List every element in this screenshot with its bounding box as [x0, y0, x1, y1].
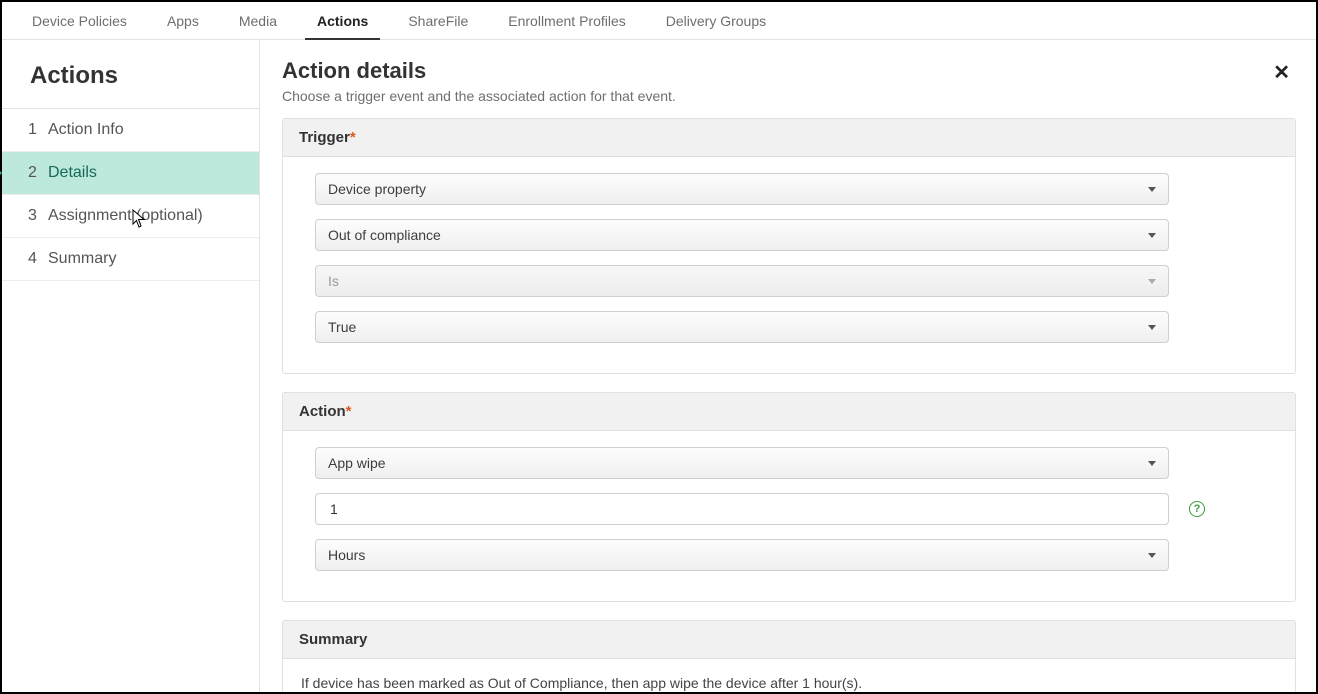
- step-label: Summary: [48, 250, 239, 268]
- required-indicator: *: [346, 403, 352, 420]
- chevron-down-icon: [1148, 461, 1156, 466]
- top-tabs: Device Policies Apps Media Actions Share…: [2, 2, 1316, 40]
- trigger-operator-dropdown[interactable]: Is: [315, 265, 1169, 297]
- chevron-down-icon: [1148, 279, 1156, 284]
- tab-actions[interactable]: Actions: [297, 2, 388, 39]
- action-heading: Action*: [283, 393, 1295, 431]
- delay-value-field[interactable]: [328, 500, 1156, 518]
- step-summary[interactable]: 4 Summary: [2, 238, 259, 281]
- trigger-panel: Trigger* Device property Out of complian…: [282, 118, 1296, 374]
- trigger-heading-text: Trigger: [299, 129, 350, 146]
- trigger-property-dropdown[interactable]: Out of compliance: [315, 219, 1169, 251]
- close-button[interactable]: ✕: [1267, 58, 1296, 87]
- dropdown-value: True: [328, 319, 356, 335]
- step-label: Details: [48, 164, 239, 182]
- step-label: Assignment (optional): [48, 207, 239, 225]
- sidebar-title: Actions: [2, 40, 259, 109]
- dropdown-value: Hours: [328, 547, 365, 563]
- step-assignment[interactable]: 3 Assignment (optional): [2, 195, 259, 238]
- tab-sharefile[interactable]: ShareFile: [388, 2, 488, 39]
- dropdown-value: Device property: [328, 181, 426, 197]
- required-indicator: *: [350, 129, 356, 146]
- chevron-down-icon: [1148, 325, 1156, 330]
- chevron-down-icon: [1148, 553, 1156, 558]
- step-number: 4: [28, 250, 48, 268]
- tab-apps[interactable]: Apps: [147, 2, 219, 39]
- question-mark-icon: ?: [1194, 503, 1201, 515]
- trigger-value-dropdown[interactable]: True: [315, 311, 1169, 343]
- page-subtitle: Choose a trigger event and the associate…: [282, 88, 1267, 104]
- step-number: 1: [28, 121, 48, 139]
- step-details[interactable]: 2 Details: [2, 152, 259, 195]
- chevron-down-icon: [1148, 187, 1156, 192]
- close-icon: ✕: [1273, 62, 1290, 84]
- action-heading-text: Action: [299, 403, 346, 420]
- main-content: Action details Choose a trigger event an…: [260, 40, 1316, 692]
- tab-device-policies[interactable]: Device Policies: [12, 2, 147, 39]
- tab-delivery-groups[interactable]: Delivery Groups: [646, 2, 786, 39]
- action-panel: Action* App wipe ? Hours: [282, 392, 1296, 602]
- action-type-dropdown[interactable]: App wipe: [315, 447, 1169, 479]
- dropdown-value: Is: [328, 273, 339, 289]
- step-label: Action Info: [48, 121, 239, 139]
- dropdown-value: App wipe: [328, 455, 386, 471]
- help-icon[interactable]: ?: [1189, 501, 1205, 517]
- summary-text: If device has been marked as Out of Comp…: [283, 659, 1295, 692]
- tab-media[interactable]: Media: [219, 2, 297, 39]
- summary-heading: Summary: [283, 621, 1295, 659]
- trigger-event-type-dropdown[interactable]: Device property: [315, 173, 1169, 205]
- delay-unit-dropdown[interactable]: Hours: [315, 539, 1169, 571]
- delay-value-field-container: [315, 493, 1169, 525]
- tab-enrollment-profiles[interactable]: Enrollment Profiles: [488, 2, 646, 39]
- step-number: 2: [28, 164, 48, 182]
- summary-panel: Summary If device has been marked as Out…: [282, 620, 1296, 692]
- wizard-sidebar: Actions 1 Action Info 2 Details 3 Assign…: [2, 40, 260, 692]
- dropdown-value: Out of compliance: [328, 227, 441, 243]
- step-number: 3: [28, 207, 48, 225]
- page-title: Action details: [282, 58, 1267, 84]
- trigger-heading: Trigger*: [283, 119, 1295, 157]
- step-action-info[interactable]: 1 Action Info: [2, 109, 259, 152]
- chevron-down-icon: [1148, 233, 1156, 238]
